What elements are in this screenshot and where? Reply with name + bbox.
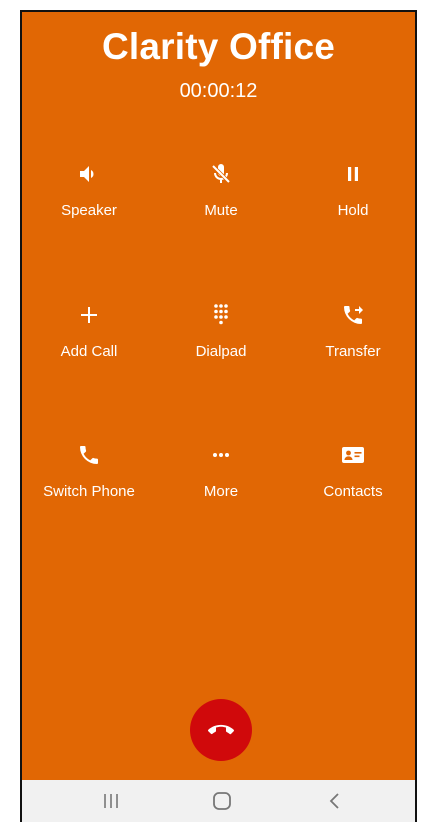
switch-phone-label: Switch Phone: [43, 483, 135, 500]
back-icon: [329, 793, 339, 809]
hold-label: Hold: [337, 202, 369, 219]
contacts-button[interactable]: Contacts: [287, 443, 415, 523]
contacts-label: Contacts: [323, 483, 383, 500]
end-call-button[interactable]: [190, 699, 252, 761]
dialpad-icon: [214, 304, 228, 325]
more-button[interactable]: More: [155, 443, 287, 523]
speaker-icon: [80, 166, 94, 182]
hold-button[interactable]: Hold: [287, 162, 415, 242]
mute-label: Mute: [204, 202, 238, 219]
phone-icon: [80, 446, 98, 464]
transfer-label: Transfer: [325, 343, 381, 360]
more-label: More: [203, 483, 239, 500]
phone-forward-icon: [344, 306, 363, 324]
switch-phone-button[interactable]: Switch Phone: [23, 443, 155, 523]
back-button[interactable]: [321, 789, 349, 813]
pause-icon: [348, 167, 358, 181]
plus-icon: [81, 307, 97, 323]
more-dots-icon: [213, 453, 229, 457]
home-icon: [213, 792, 231, 810]
home-button[interactable]: [208, 789, 236, 813]
dialpad-button[interactable]: Dialpad: [155, 303, 287, 383]
contact-card-icon: [342, 447, 364, 463]
transfer-button[interactable]: Transfer: [287, 303, 415, 383]
add-call-label: Add Call: [60, 343, 118, 360]
mic-off-icon: [211, 164, 231, 184]
recent-apps-icon: [104, 794, 118, 808]
speaker-label: Speaker: [61, 202, 117, 219]
mute-button[interactable]: Mute: [155, 162, 287, 242]
end-call-icon: [208, 724, 234, 735]
dialpad-label: Dialpad: [195, 343, 247, 360]
system-nav-bar: [22, 780, 415, 822]
add-call-button[interactable]: Add Call: [23, 303, 155, 383]
recent-apps-button[interactable]: [97, 789, 125, 813]
speaker-button[interactable]: Speaker: [23, 162, 155, 242]
call-screen: Clarity Office 00:00:12 Speaker Mute Hol…: [20, 10, 417, 822]
